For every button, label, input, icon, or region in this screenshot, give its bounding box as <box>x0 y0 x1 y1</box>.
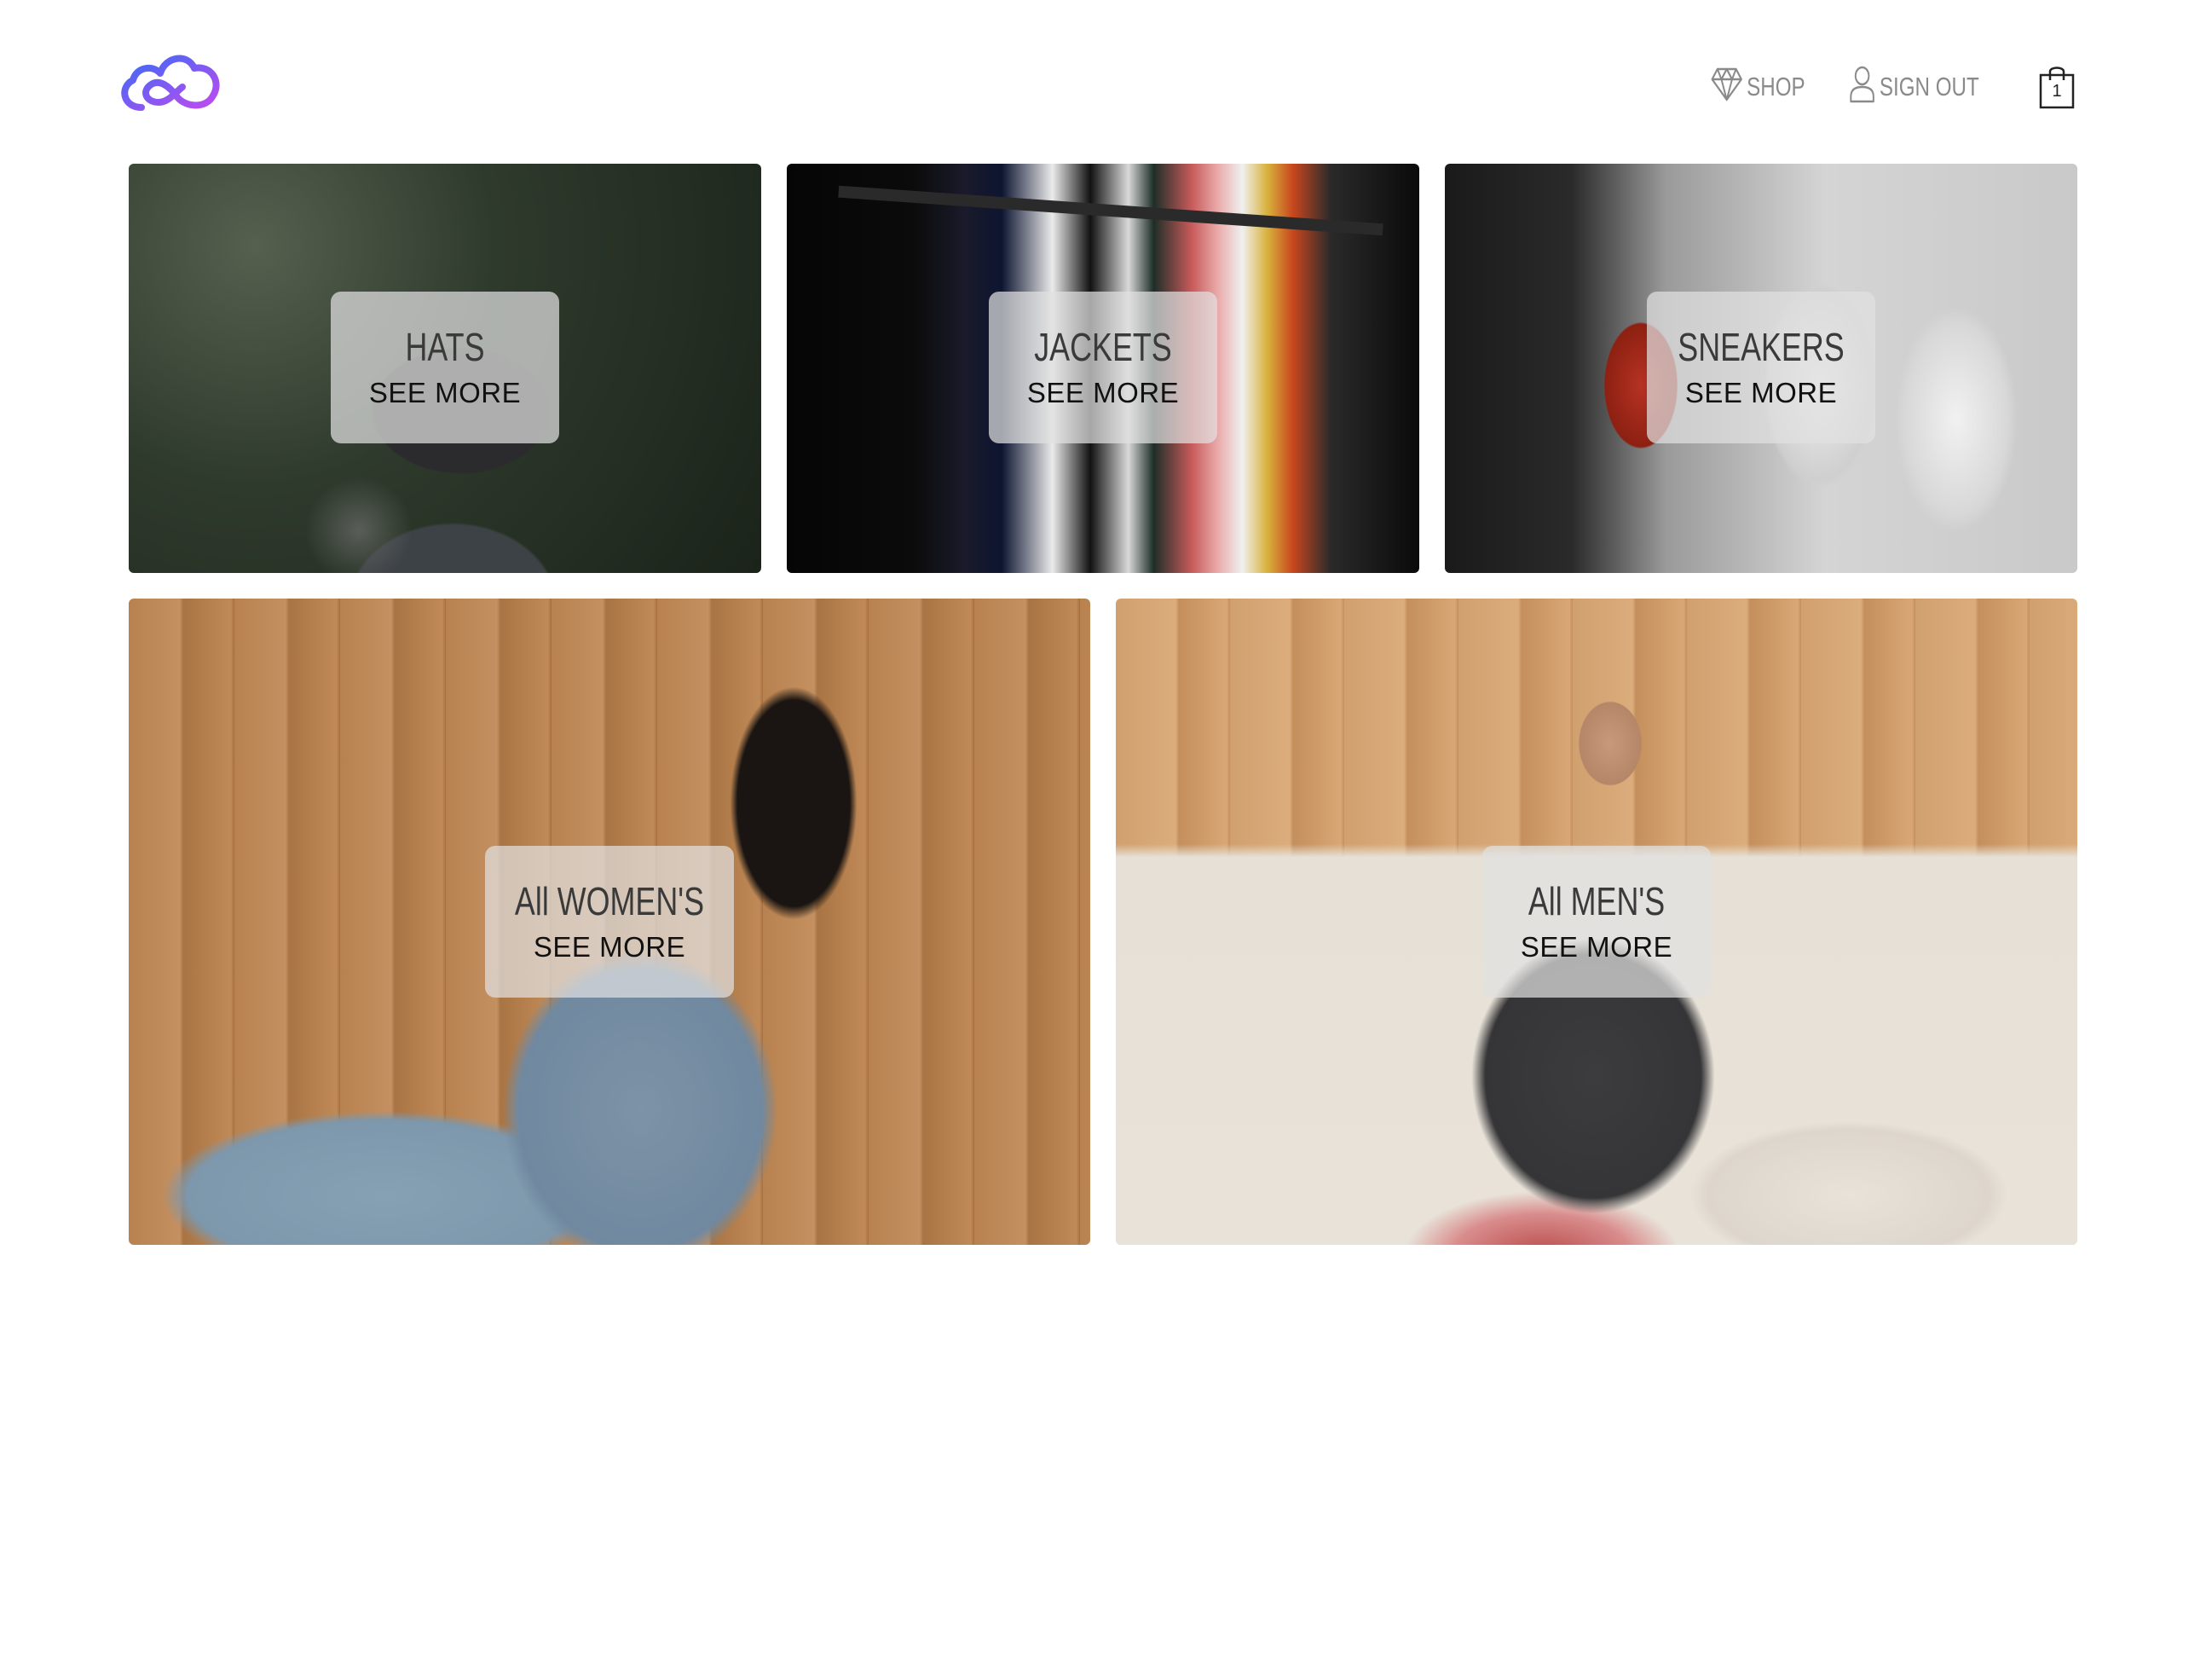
category-label: SNEAKERS SEE MORE <box>1647 292 1875 443</box>
cart-count: 1 <box>2052 82 2062 101</box>
cart-button[interactable]: 1 <box>2038 65 2076 109</box>
main-nav: SHOP SIGN OUT 1 <box>1665 61 2076 113</box>
page: SHOP SIGN OUT 1 HATS SEE MORE JACKETS SE… <box>0 0 2212 1678</box>
see-more-link[interactable]: SEE MORE <box>989 377 1217 409</box>
see-more-link[interactable]: SEE MORE <box>1482 931 1711 963</box>
header: SHOP SIGN OUT 1 <box>0 0 2212 162</box>
see-more-link[interactable]: SEE MORE <box>1647 377 1875 409</box>
category-title: HATS <box>405 325 485 369</box>
user-icon <box>1849 64 1875 110</box>
shop-label: SHOP <box>1747 72 1805 101</box>
category-tile-hats[interactable]: HATS SEE MORE <box>129 164 761 573</box>
see-more-link[interactable]: SEE MORE <box>331 377 559 409</box>
category-title: All MEN'S <box>1528 879 1666 923</box>
see-more-link[interactable]: SEE MORE <box>485 931 734 963</box>
category-label: All MEN'S SEE MORE <box>1482 846 1711 998</box>
category-title: JACKETS <box>1034 325 1172 369</box>
category-label: HATS SEE MORE <box>331 292 559 443</box>
brand-logo-icon[interactable] <box>116 48 225 114</box>
category-tile-sneakers[interactable]: SNEAKERS SEE MORE <box>1445 164 2077 573</box>
sign-out-link[interactable]: SIGN OUT <box>1849 64 1979 110</box>
category-tile-womens[interactable]: All WOMEN'S SEE MORE <box>129 599 1090 1245</box>
category-tile-mens[interactable]: All MEN'S SEE MORE <box>1116 599 2077 1245</box>
category-title: All WOMEN'S <box>514 879 705 923</box>
diamond-icon <box>1711 66 1743 108</box>
category-label: All WOMEN'S SEE MORE <box>485 846 734 998</box>
category-tile-jackets[interactable]: JACKETS SEE MORE <box>787 164 1419 573</box>
category-title: SNEAKERS <box>1678 325 1845 369</box>
shop-link[interactable]: SHOP <box>1711 66 1805 108</box>
category-label: JACKETS SEE MORE <box>989 292 1217 443</box>
sign-out-label: SIGN OUT <box>1880 72 1979 101</box>
